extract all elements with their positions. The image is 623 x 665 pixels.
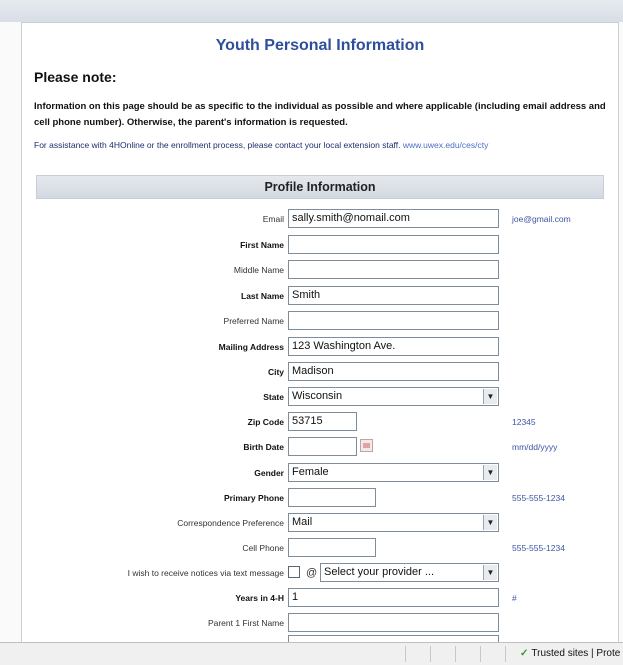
note-heading: Please note: <box>34 69 117 85</box>
last-name-label: Last Name <box>241 291 284 301</box>
browser-top-strip <box>0 0 623 22</box>
years-in-4h-hint: # <box>512 593 517 603</box>
preferred-name-field[interactable] <box>288 311 499 330</box>
status-divider <box>480 646 481 662</box>
parent1-first-name-label: Parent 1 First Name <box>207 618 284 628</box>
chevron-down-icon[interactable]: ▼ <box>483 389 497 404</box>
text-notices-label: I wish to receive notices via text messa… <box>127 568 284 578</box>
last-name-field[interactable]: Smith <box>288 286 499 305</box>
parent1-first-name-field[interactable] <box>288 613 499 632</box>
city-field[interactable]: Madison <box>288 362 499 381</box>
cell-phone-field[interactable] <box>288 538 376 557</box>
row-preferred-name: Preferred Name <box>22 310 618 332</box>
correspondence-value: Mail <box>292 516 313 528</box>
zip-code-field[interactable]: 53715 <box>288 412 357 431</box>
assistance-message: For assistance with 4HOnline or the enro… <box>34 140 401 150</box>
preferred-name-label: Preferred Name <box>223 316 284 326</box>
checkmark-icon: ✓ <box>520 648 529 659</box>
first-name-field[interactable] <box>288 235 499 254</box>
mailing-address-field[interactable]: 123 Washington Ave. <box>288 337 499 356</box>
row-state: State Wisconsin ▼ <box>22 386 618 408</box>
years-in-4h-label: Years in 4-H <box>235 593 284 603</box>
middle-name-label: Middle Name <box>233 265 284 275</box>
state-label: State <box>263 392 284 402</box>
provider-value: Select your provider ... <box>324 566 435 578</box>
primary-phone-hint: 555-555-1234 <box>512 493 565 503</box>
extension-link[interactable]: www.uwex.edu/ces/cty <box>403 140 489 150</box>
row-middle-name: Middle Name <box>22 259 618 281</box>
middle-name-field[interactable] <box>288 260 499 279</box>
security-zone[interactable]: ✓ Trusted sites | Prote <box>520 643 620 665</box>
zip-code-label: Zip Code <box>247 417 284 427</box>
primary-phone-field[interactable] <box>288 488 376 507</box>
form-page: Youth Personal Information Please note: … <box>21 22 619 643</box>
cell-phone-label: Cell Phone <box>242 543 284 553</box>
at-sign: @ <box>306 567 318 579</box>
status-divider <box>430 646 431 662</box>
calendar-icon[interactable] <box>360 439 373 452</box>
state-value: Wisconsin <box>292 390 343 402</box>
first-name-label: First Name <box>240 240 284 250</box>
chevron-down-icon[interactable]: ▼ <box>483 565 497 580</box>
row-first-name: First Name <box>22 234 618 256</box>
row-primary-phone: Primary Phone 555-555-1234 <box>22 487 618 509</box>
mailing-address-label: Mailing Address <box>218 342 284 352</box>
gender-value: Female <box>292 466 329 478</box>
chevron-down-icon[interactable]: ▼ <box>483 515 497 530</box>
gender-label: Gender <box>254 468 284 478</box>
row-cell-phone: Cell Phone 555-555-1234 <box>22 537 618 559</box>
state-select[interactable]: Wisconsin ▼ <box>288 387 499 406</box>
assistance-text: For assistance with 4HOnline or the enro… <box>34 140 614 150</box>
row-gender: Gender Female ▼ <box>22 462 618 484</box>
correspondence-label: Correspondence Preference <box>177 518 284 528</box>
status-divider <box>455 646 456 662</box>
zip-code-hint: 12345 <box>512 417 536 427</box>
email-field[interactable]: sally.smith@nomail.com <box>288 209 499 228</box>
status-divider <box>405 646 406 662</box>
birth-date-label: Birth Date <box>243 442 284 452</box>
row-years-in-4h: Years in 4-H 1 # <box>22 587 618 609</box>
page-title: Youth Personal Information <box>215 37 425 54</box>
security-zone-label: Trusted sites | Prote <box>531 648 621 659</box>
status-divider <box>505 646 506 662</box>
row-mailing-address: Mailing Address 123 Washington Ave. <box>22 336 618 358</box>
years-in-4h-field[interactable]: 1 <box>288 588 499 607</box>
browser-status-bar: ✓ Trusted sites | Prote <box>0 642 623 665</box>
city-label: City <box>267 367 284 377</box>
correspondence-select[interactable]: Mail ▼ <box>288 513 499 532</box>
row-correspondence-preference: Correspondence Preference Mail ▼ <box>22 512 618 534</box>
row-birth-date: Birth Date mm/dd/yyyy <box>22 436 618 458</box>
gender-select[interactable]: Female ▼ <box>288 463 499 482</box>
email-label: Email <box>262 214 284 224</box>
row-email: Email sally.smith@nomail.com joe@gmail.c… <box>22 208 618 230</box>
row-zip-code: Zip Code 53715 12345 <box>22 411 618 433</box>
section-header-profile: Profile Information <box>36 175 604 199</box>
primary-phone-label: Primary Phone <box>224 493 284 503</box>
row-city: City Madison <box>22 361 618 383</box>
chevron-down-icon[interactable]: ▼ <box>483 465 497 480</box>
note-text: Information on this page should be as sp… <box>34 101 606 128</box>
email-hint: joe@gmail.com <box>512 214 571 224</box>
provider-select[interactable]: Select your provider ... ▼ <box>320 563 499 582</box>
row-last-name: Last Name Smith <box>22 285 618 307</box>
text-notices-checkbox[interactable] <box>288 566 300 578</box>
birth-date-hint: mm/dd/yyyy <box>512 442 558 452</box>
row-text-notices: I wish to receive notices via text messa… <box>22 562 618 584</box>
row-parent1-first-name: Parent 1 First Name <box>22 612 618 634</box>
birth-date-field[interactable] <box>288 437 357 456</box>
cell-phone-hint: 555-555-1234 <box>512 543 565 553</box>
